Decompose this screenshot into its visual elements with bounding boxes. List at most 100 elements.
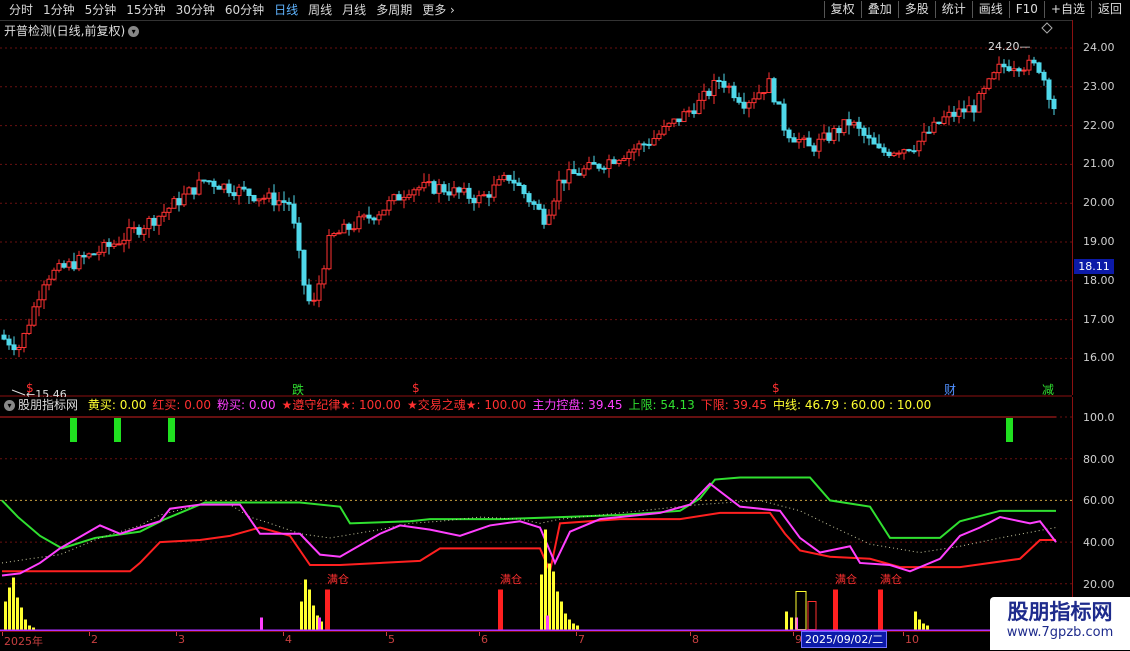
candle-body [166,207,172,213]
tab-4[interactable]: 30分钟 [171,2,220,18]
tab-6[interactable]: 日线 [269,2,303,18]
candle-body [221,183,227,190]
candle-body [611,159,617,164]
candle-body [1011,68,1017,72]
candle-body [36,299,42,308]
tab-9[interactable]: 多周期 [371,2,417,18]
candlestick-chart[interactable]: ←15.4624.20— [0,20,1072,397]
candle-body [791,137,797,143]
volume-bar [576,625,579,630]
event-flag[interactable]: $ [412,381,420,395]
candle-body [891,152,897,157]
candle-body [1036,62,1042,73]
candle-body [1026,59,1032,71]
toolbar-button-1[interactable]: 叠加 [860,1,898,18]
candle-body [651,138,657,146]
candle-body [536,203,542,210]
candle-body [351,228,357,231]
candle-body [681,111,687,123]
candle-body [381,209,387,216]
candle-body [601,167,607,170]
candle-body [261,197,267,200]
candle-body [1051,98,1057,110]
indicator-chart[interactable] [0,396,1072,632]
tab-10[interactable]: 更多 › [417,2,460,18]
candle-body [596,163,602,169]
full-position-bar [833,589,838,630]
toolbar-button-2[interactable]: 多股 [897,1,935,18]
candle-body [931,121,937,133]
toolbar-button-0[interactable]: 复权 [823,1,861,18]
candle-body [1006,66,1012,72]
candle-body [401,196,407,201]
volume-bar [32,627,35,630]
volume-bar [790,617,793,630]
volume-bar [572,623,575,630]
tab-2[interactable]: 5分钟 [80,2,122,18]
signal-bar [168,418,175,442]
signal-bar [114,418,121,442]
volume-bar [540,574,543,630]
candle-body [736,97,742,103]
candle-body [336,232,342,235]
candle-body [146,217,152,230]
candle-body [511,179,517,184]
toolbar-button-6[interactable]: +自选 [1043,1,1091,18]
volume-bar [4,601,7,630]
tab-1[interactable]: 1分钟 [38,2,80,18]
volume-bar [544,529,547,630]
candle-body [496,179,502,186]
volume-bar [260,617,263,630]
candle-body [956,108,962,117]
tab-5[interactable]: 60分钟 [220,2,269,18]
candle-body [461,187,467,193]
event-flag[interactable]: $ [772,381,780,395]
date-tick-mark [690,632,691,636]
candle-body [716,80,722,83]
candle-body [306,284,312,302]
candle-body [316,283,322,301]
event-flag[interactable]: $ [26,381,34,395]
date-tick: 6 [481,633,488,646]
candle-body [201,179,207,182]
indicator-tick: 40.00 [1083,536,1115,550]
candle-body [491,184,497,198]
candle-body [526,193,532,203]
candle-body [656,133,662,140]
tab-8[interactable]: 月线 [337,2,371,18]
volume-bar [546,615,549,630]
candle-body [631,148,637,153]
candle-body [676,118,682,123]
candle-body [756,92,762,100]
mid-dotted-line [1,499,1057,564]
candle-body [711,80,717,97]
toolbar-button-4[interactable]: 画线 [971,1,1009,18]
candle-body [796,138,802,143]
candle-body [86,253,92,258]
high-price-label: 24.20— [988,40,1031,53]
candle-body [371,217,377,221]
tab-7[interactable]: 周线 [303,2,337,18]
candle-body [566,169,572,184]
date-tick: 10 [905,633,919,646]
candle-body [151,217,157,226]
toolbar-button-5[interactable]: F10 [1008,1,1044,18]
tab-0[interactable]: 分时 [4,2,38,18]
candle-body [6,338,12,346]
candle-body [786,129,792,139]
candle-body [1046,79,1052,100]
volume-bar [785,611,788,630]
candle-body [51,269,57,280]
candle-body [856,121,862,129]
toolbar-button-7[interactable]: 返回 [1090,1,1128,18]
candle-body [216,185,222,190]
price-axis: 24.00 23.00 22.00 21.00 20.00 19.00 18.00 17.00… [1072,20,1130,395]
date-axis: 2025年 2 3 4 5 6 7 8 9 10 [0,631,1072,651]
toolbar-button-3[interactable]: 统计 [934,1,972,18]
candle-body [16,346,22,351]
volume-bar [300,601,303,630]
candle-body [231,192,237,197]
tab-3[interactable]: 15分钟 [121,2,170,18]
candle-body [1001,63,1007,68]
candle-body [241,186,247,190]
